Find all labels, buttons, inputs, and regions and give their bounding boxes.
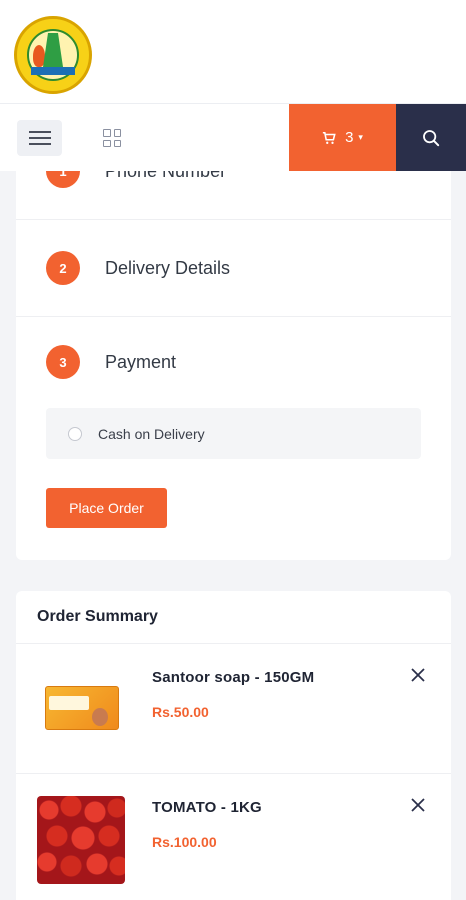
step-label: Phone Number xyxy=(105,171,226,182)
hamburger-icon-line xyxy=(28,131,51,133)
payment-radio[interactable] xyxy=(68,426,82,441)
close-icon[interactable] xyxy=(409,796,427,814)
hamburger-icon-line xyxy=(28,143,51,145)
payment-option-cash-on-delivery[interactable]: Cash on Delivery xyxy=(46,408,421,459)
grid-view-icon[interactable] xyxy=(103,129,121,147)
cart-button[interactable]: 3 ▾ xyxy=(289,104,396,171)
payment-option-label: Cash on Delivery xyxy=(98,425,205,442)
tomato-image xyxy=(37,796,125,884)
close-icon[interactable] xyxy=(409,666,427,684)
step-number-badge: 2 xyxy=(46,251,80,285)
step-phone-number[interactable]: 1 Phone Number xyxy=(16,171,451,220)
item-price: Rs.100.00 xyxy=(152,834,217,850)
item-price: Rs.50.00 xyxy=(152,704,209,720)
logo-flame xyxy=(33,45,45,67)
step-number-badge: 3 xyxy=(46,345,80,379)
hamburger-icon-line xyxy=(28,137,51,139)
order-summary-card: Order Summary Santoor soap - 150GM Rs.50… xyxy=(16,591,451,900)
place-order-button[interactable]: Place Order xyxy=(46,488,167,528)
logo-base xyxy=(31,67,75,75)
checkout-steps-card: 1 Phone Number 2 Delivery Details 3 Paym… xyxy=(16,171,451,560)
chevron-down-icon: ▾ xyxy=(358,132,363,142)
santoor-soap-image xyxy=(37,664,125,752)
hamburger-menu-button[interactable] xyxy=(17,120,62,156)
order-item: Santoor soap - 150GM Rs.50.00 xyxy=(16,643,451,771)
search-icon xyxy=(423,129,440,146)
search-button[interactable] xyxy=(396,104,466,171)
cart-icon xyxy=(322,131,336,144)
step-label: Payment xyxy=(105,351,177,372)
step-label: Delivery Details xyxy=(105,257,231,278)
step-payment[interactable]: 3 Payment xyxy=(16,317,451,407)
order-summary-title: Order Summary xyxy=(37,608,158,625)
order-item: TOMATO - 1KG Rs.100.00 xyxy=(16,773,451,900)
step-number-badge: 1 xyxy=(46,171,80,188)
temple-emblem-logo[interactable] xyxy=(14,16,92,94)
top-header xyxy=(0,0,466,104)
cart-count: 3 xyxy=(345,129,354,146)
item-name: Santoor soap - 150GM xyxy=(152,669,315,686)
item-name: TOMATO - 1KG xyxy=(152,799,262,816)
step-delivery-details[interactable]: 2 Delivery Details xyxy=(16,220,451,317)
